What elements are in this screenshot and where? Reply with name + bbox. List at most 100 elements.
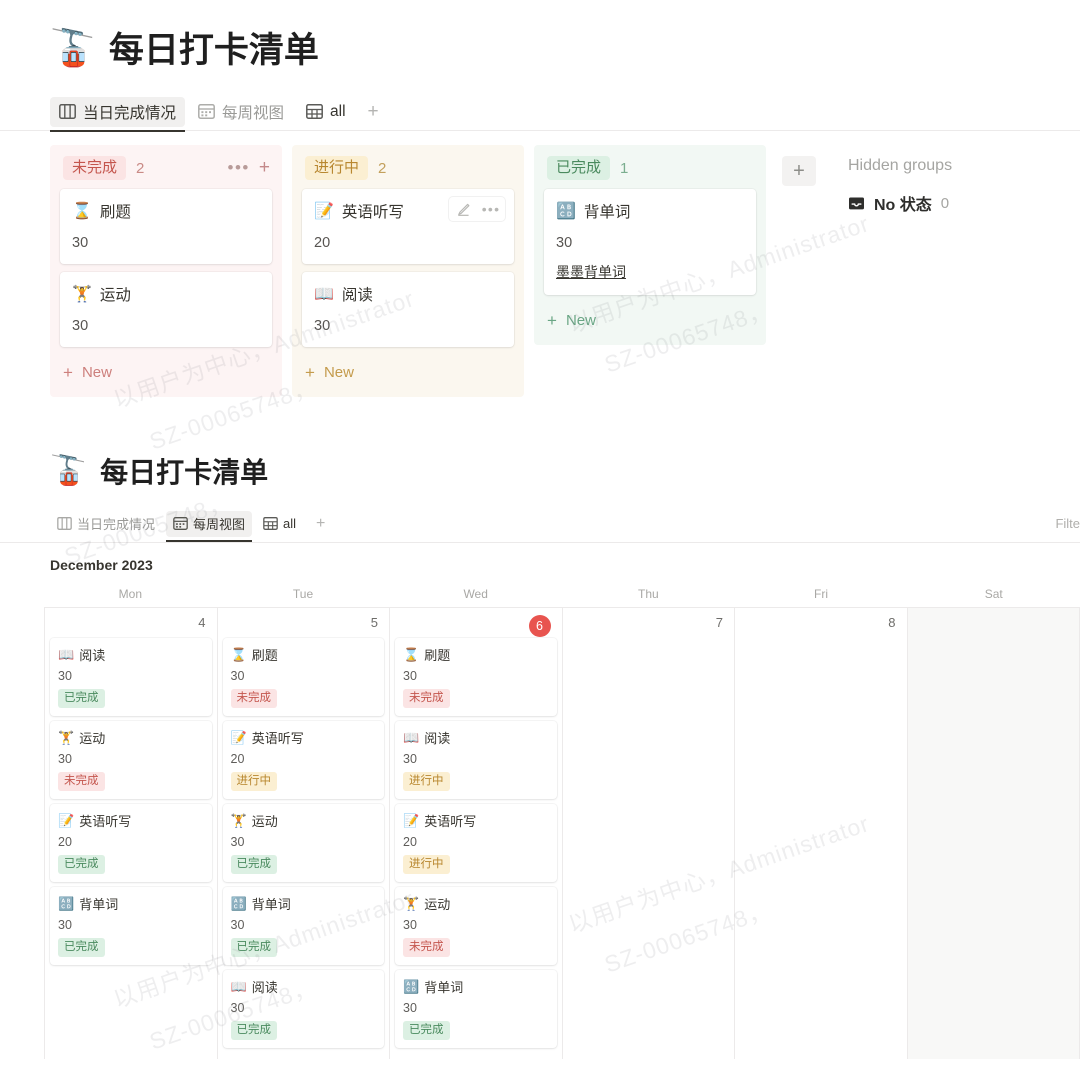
event-status-tag: 已完成	[231, 938, 278, 957]
add-group-column: +	[776, 145, 822, 186]
tab-weekly-view[interactable]: 每周视图	[166, 511, 252, 537]
event-title-row: 🔠 背单词	[403, 977, 549, 996]
calendar-event-card[interactable]: 📖 阅读 30 进行中	[395, 721, 557, 799]
card-title-row: 🔠 背单词	[556, 200, 744, 222]
event-status-tag: 已完成	[231, 855, 278, 874]
calendar-event-card[interactable]: 🔠 背单词 30 已完成	[223, 887, 385, 965]
today-badge: 6	[529, 615, 551, 637]
plus-icon: +	[63, 366, 73, 380]
memo-icon: 📝	[231, 730, 247, 746]
calendar-event-card[interactable]: ⌛ 刷题 30 未完成	[395, 638, 557, 716]
calendar-event-card[interactable]: 🏋 运动 30 未完成	[395, 887, 557, 965]
calendar-event-card[interactable]: ⌛ 刷题 30 未完成	[223, 638, 385, 716]
filter-button[interactable]: Filte	[1055, 516, 1080, 531]
card-more-icon[interactable]: •••	[477, 197, 505, 221]
memo-icon: 📝	[403, 813, 419, 829]
card-number: 30	[556, 235, 744, 251]
event-number: 30	[231, 1001, 377, 1015]
weightlifter-icon: 🏋	[403, 896, 419, 912]
weekday-label-fri: Fri	[735, 587, 908, 607]
column-header: 未完成 2 ••• +	[50, 145, 282, 189]
inbox-icon	[848, 196, 865, 211]
kanban-card[interactable]: 🏋 运动 30	[60, 272, 272, 347]
event-title-row: 📝 英语听写	[231, 728, 377, 747]
open-book-icon: 📖	[314, 284, 334, 304]
calendar-day-cell[interactable]: 4 📖 阅读 30 已完成 🏋 运动 30	[44, 608, 218, 1059]
status-badge: 进行中	[305, 156, 368, 180]
tab-daily-completion[interactable]: 当日完成情况	[50, 97, 185, 127]
calendar-event-card[interactable]: 📖 阅读 30 已完成	[50, 638, 212, 716]
add-new-card-button[interactable]: + New	[292, 355, 524, 387]
tab-all[interactable]: all	[297, 97, 355, 127]
tab-daily-completion[interactable]: 当日完成情况	[50, 511, 162, 537]
tab-label: all	[283, 516, 296, 531]
table-icon	[306, 104, 323, 119]
calendar-event-card[interactable]: 🔠 背单词 30 已完成	[395, 970, 557, 1048]
kanban-column-todo: 未完成 2 ••• + ⌛ 刷题 30 🏋	[50, 145, 282, 397]
event-status-tag: 未完成	[403, 938, 450, 957]
card-link[interactable]: 墨墨背单词	[556, 262, 744, 282]
calendar-event-card[interactable]: 📝 英语听写 20 进行中	[395, 804, 557, 882]
kanban-card[interactable]: ••• 📝 英语听写 20	[302, 189, 514, 264]
page-title: 每日打卡清单	[109, 22, 319, 73]
event-title: 背单词	[79, 894, 118, 913]
abcd-input-icon: 🔠	[556, 201, 576, 221]
board-icon	[57, 517, 72, 530]
add-tab-button[interactable]: +	[307, 515, 334, 533]
day-number: 5	[223, 612, 385, 638]
event-status-tag: 已完成	[58, 938, 105, 957]
day-number: 8	[740, 612, 902, 638]
calendar-event-card[interactable]: 📝 英语听写 20 已完成	[50, 804, 212, 882]
calendar-section: 🚡 每日打卡清单 当日完成情况 每周视图 all	[0, 451, 1080, 1059]
event-number: 30	[58, 669, 204, 683]
abcd-input-icon: 🔠	[58, 896, 74, 912]
event-title: 背单词	[424, 977, 463, 996]
event-title-row: 🔠 背单词	[58, 894, 204, 913]
calendar-event-card[interactable]: 📝 英语听写 20 进行中	[223, 721, 385, 799]
column-more-icon[interactable]: •••	[228, 163, 250, 173]
calendar-day-cell-weekend[interactable]	[908, 608, 1080, 1059]
calendar-icon	[173, 517, 188, 530]
event-title: 阅读	[252, 977, 278, 996]
new-label: New	[566, 312, 596, 329]
edit-pencil-icon[interactable]	[449, 197, 477, 221]
calendar-event-card[interactable]: 📖 阅读 30 已完成	[223, 970, 385, 1048]
abcd-input-icon: 🔠	[231, 896, 247, 912]
event-status-tag: 未完成	[58, 772, 105, 791]
add-tab-button[interactable]: +	[359, 101, 388, 123]
add-new-card-button[interactable]: + New	[534, 303, 766, 335]
weekday-label-wed: Wed	[389, 587, 562, 607]
calendar-event-card[interactable]: 🔠 背单词 30 已完成	[50, 887, 212, 965]
event-number: 30	[403, 669, 549, 683]
calendar-event-card[interactable]: 🏋 运动 30 已完成	[223, 804, 385, 882]
kanban-card[interactable]: 📖 阅读 30	[302, 272, 514, 347]
add-group-button[interactable]: +	[782, 156, 816, 186]
kanban-card[interactable]: ⌛ 刷题 30	[60, 189, 272, 264]
event-title-row: 📖 阅读	[58, 645, 204, 664]
kanban-card[interactable]: 🔠 背单词 30 墨墨背单词	[544, 189, 756, 295]
open-book-icon: 📖	[231, 979, 247, 995]
event-status-tag: 未完成	[231, 689, 278, 708]
add-new-card-button[interactable]: + New	[50, 355, 282, 387]
calendar-day-cell[interactable]: 7	[563, 608, 736, 1059]
tab-weekly-view[interactable]: 每周视图	[189, 97, 293, 127]
event-title: 英语听写	[252, 728, 304, 747]
event-title-row: 🏋 运动	[403, 894, 549, 913]
calendar-day-cell[interactable]: 5 ⌛ 刷题 30 未完成 📝 英语听写 2	[218, 608, 391, 1059]
event-title-row: 🏋 运动	[58, 728, 204, 747]
hidden-group-item[interactable]: No 状态 0	[848, 191, 952, 215]
calendar-day-cell-today[interactable]: 6 ⌛ 刷题 30 未完成 📖 阅读	[390, 608, 563, 1059]
column-add-icon[interactable]: +	[259, 160, 270, 176]
calendar-event-card[interactable]: 🏋 运动 30 未完成	[50, 721, 212, 799]
calendar-day-cell[interactable]: 8	[735, 608, 908, 1059]
event-title: 背单词	[252, 894, 291, 913]
tab-all[interactable]: all	[256, 511, 303, 537]
kanban-column-doing: 进行中 2 ••• 📝 英语听写 20	[292, 145, 524, 397]
event-title: 英语听写	[424, 811, 476, 830]
card-title: 运动	[100, 283, 131, 305]
column-header: 进行中 2	[292, 145, 524, 189]
event-status-tag: 进行中	[231, 772, 278, 791]
event-title-row: 🔠 背单词	[231, 894, 377, 913]
event-status-tag: 已完成	[58, 855, 105, 874]
event-number: 30	[58, 918, 204, 932]
